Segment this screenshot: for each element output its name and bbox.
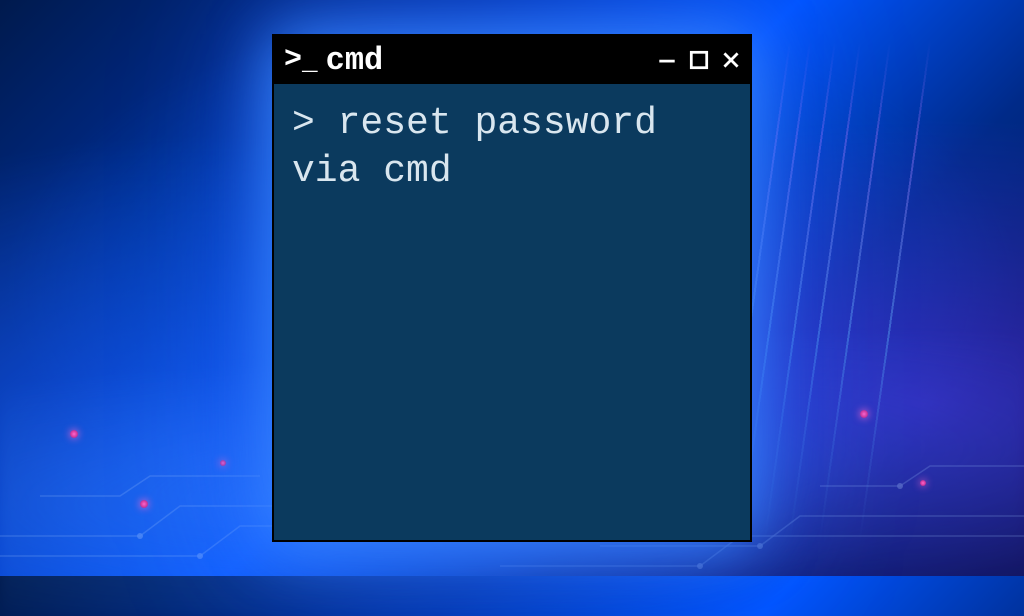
terminal-window: >_ cmd > reset password via cmd (272, 34, 752, 542)
terminal-prompt-icon: >_ (284, 43, 316, 77)
minimize-button[interactable] (656, 49, 678, 71)
window-controls (656, 49, 742, 71)
terminal-prompt: > (292, 102, 315, 145)
terminal-body[interactable]: > reset password via cmd (274, 84, 750, 540)
terminal-command-text: reset password via cmd (292, 102, 680, 193)
maximize-button[interactable] (688, 49, 710, 71)
close-button[interactable] (720, 49, 742, 71)
window-title: cmd (326, 42, 384, 79)
title-bar[interactable]: >_ cmd (274, 36, 750, 84)
terminal-glow-wrap: >_ cmd > reset password via cmd (272, 34, 752, 542)
